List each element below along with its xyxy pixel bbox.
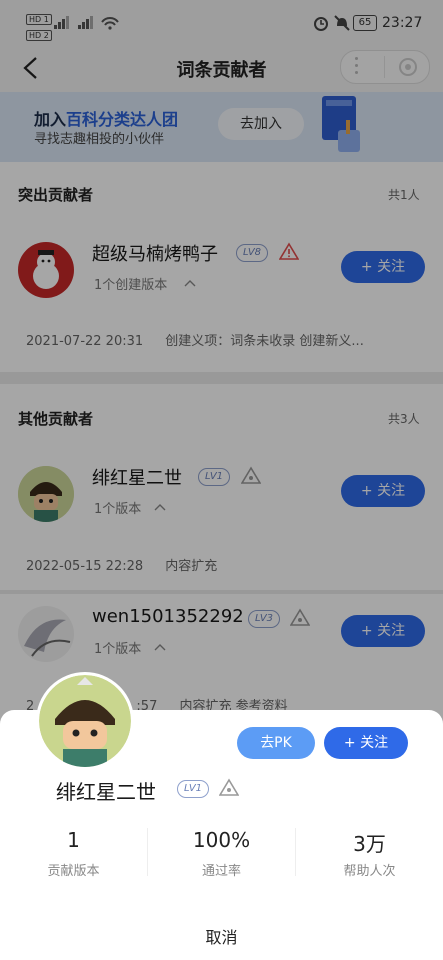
cartoon-avatar-icon [39, 675, 131, 767]
pk-button[interactable]: 去PK [237, 727, 315, 759]
report-warning-icon[interactable] [219, 778, 239, 796]
stat-label-helped: 帮助人次 [343, 864, 396, 879]
sheet-avatar[interactable] [36, 672, 134, 770]
cancel-button[interactable]: 取消 [0, 924, 443, 948]
sheet-username: 绯红星二世 [56, 780, 156, 804]
stat-label-versions: 贡献版本 [47, 864, 100, 879]
sheet-level-badge: LV1 [177, 780, 210, 798]
stat-value-helped: 3万 [353, 832, 386, 856]
stat-value-versions: 1 [67, 828, 80, 852]
stat-label-pass-rate: 通过率 [201, 864, 241, 879]
stat-value-pass-rate: 100% [192, 828, 251, 852]
sheet-follow-button[interactable]: + 关注 [324, 727, 408, 759]
